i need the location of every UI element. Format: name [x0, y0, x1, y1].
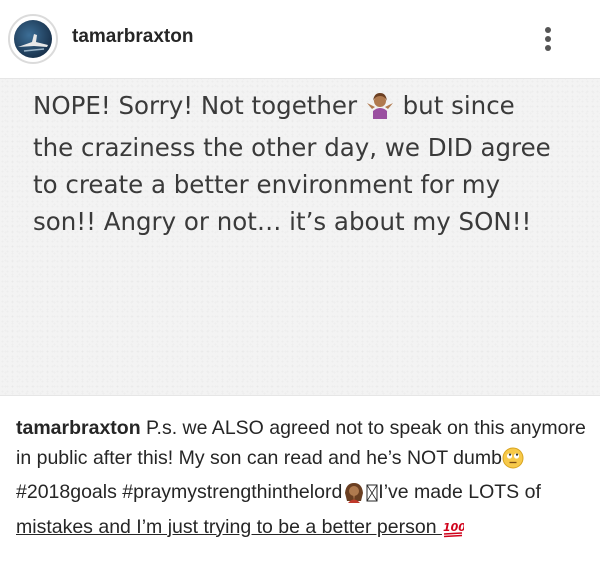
- caption-segment-3: I’ve made LOTS of: [378, 481, 541, 503]
- profile-photo-figure: [18, 34, 48, 52]
- image-text-line1b: but since: [394, 91, 515, 120]
- post-image-text: NOPE! Sorry! Not together but since the …: [33, 87, 573, 240]
- avatar[interactable]: [8, 14, 58, 64]
- rolling-eyes-emoji: [502, 447, 524, 479]
- svg-text:100: 100: [443, 521, 464, 534]
- post-header: tamarbraxton: [0, 0, 600, 78]
- woman-shrugging-emoji: [365, 91, 395, 129]
- missing-glyph-icon: [366, 483, 378, 513]
- post-image[interactable]: NOPE! Sorry! Not together but since the …: [0, 78, 600, 396]
- woman-praying-emoji: [342, 481, 366, 513]
- more-vertical-icon[interactable]: [538, 18, 558, 58]
- image-text-line3: to create a better environment for my: [33, 170, 501, 199]
- caption-username[interactable]: tamarbraxton: [16, 417, 141, 439]
- caption-segment-4: mistakes and I’m just trying to be a bet…: [16, 515, 442, 538]
- image-text-line1a: NOPE! Sorry! Not together: [33, 91, 365, 120]
- hundred-points-emoji: 100: [442, 518, 466, 548]
- profile-photo: [14, 20, 52, 58]
- caption-segment-2: #2018goals #praymystrengthinthelord: [16, 481, 343, 503]
- image-text-line4: son!! Angry or not… it’s about my SON!!: [33, 207, 532, 236]
- image-text-line2: the craziness the other day, we DID agre…: [33, 133, 551, 162]
- post-caption: tamarbraxton P.s. we ALSO agreed not to …: [16, 414, 591, 547]
- post-username[interactable]: tamarbraxton: [72, 26, 193, 48]
